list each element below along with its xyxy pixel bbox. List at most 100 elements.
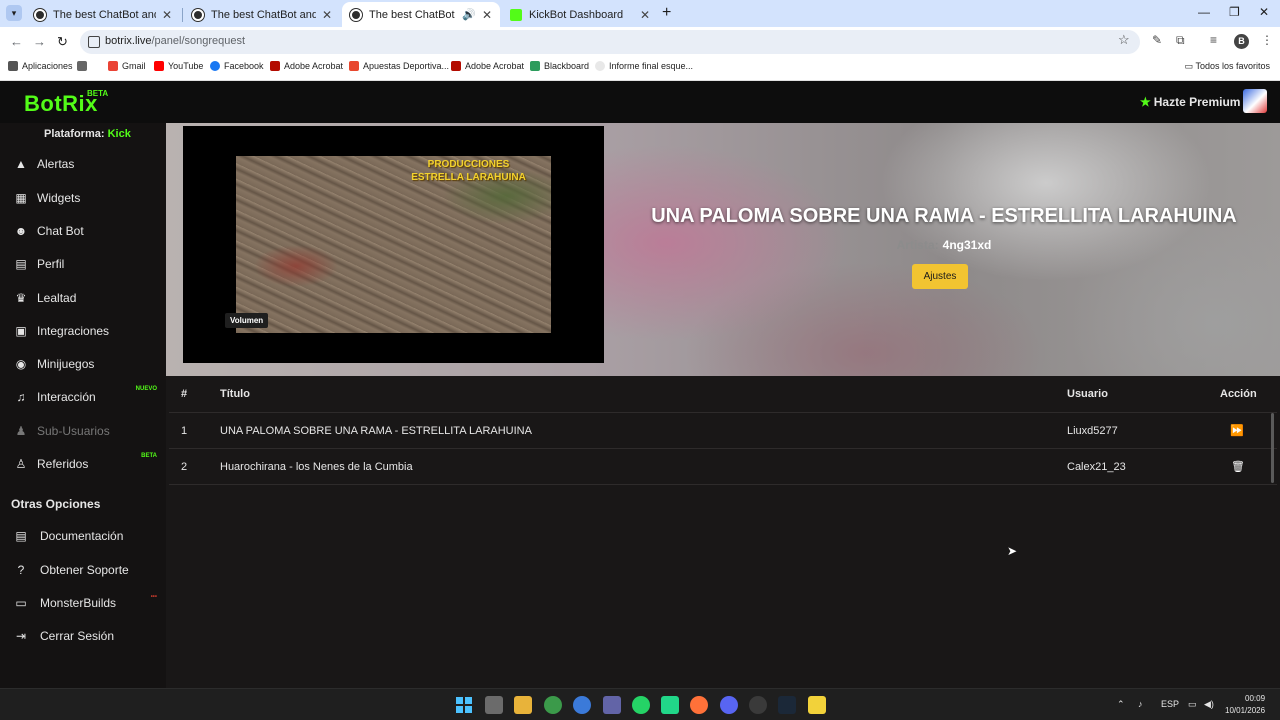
teams-icon[interactable] xyxy=(603,696,621,714)
language-indicator[interactable]: ESP xyxy=(1161,699,1179,709)
task-view-icon[interactable] xyxy=(485,696,503,714)
microphone-icon[interactable]: ♪ xyxy=(1138,699,1143,709)
botrix-favicon-icon xyxy=(192,8,204,21)
sidebar-item-referidos[interactable]: ♙ Referidos BETA xyxy=(0,449,166,479)
sidebar-item-alertas[interactable]: ▲ Alertas xyxy=(0,149,166,179)
sidebar-item-minijuegos[interactable]: ◉ Minijuegos xyxy=(0,349,166,379)
tab-search-button[interactable]: ▾ xyxy=(6,5,22,21)
windows-start-icon[interactable] xyxy=(456,697,472,713)
bookmark-apps[interactable]: Aplicaciones xyxy=(8,61,73,71)
video-frame[interactable]: PRODUCCIONES ESTRELLA LARAHUINA xyxy=(236,156,551,333)
bookmark-youtube[interactable]: YouTube xyxy=(154,61,203,71)
url-text[interactable]: botrix.live/panel/songrequest xyxy=(105,35,245,47)
pen-icon[interactable]: ✎ xyxy=(1152,33,1162,47)
reload-icon[interactable]: ↻ xyxy=(57,34,68,50)
tray-chevron-icon[interactable]: ⌃ xyxy=(1117,699,1125,710)
sidebar-item-cerrar-sesion[interactable]: ⇥ Cerrar Sesión xyxy=(0,621,166,651)
pycharm-icon[interactable] xyxy=(661,696,679,714)
steam-icon[interactable] xyxy=(778,696,796,714)
logo-beta-badge: BETA xyxy=(87,89,109,98)
all-bookmarks[interactable]: ▭ Todos los favoritos xyxy=(1185,61,1270,72)
extensions-icon[interactable]: ⧉ xyxy=(1176,33,1185,48)
question-icon: ? xyxy=(17,563,25,577)
browser-tab-2[interactable]: The best ChatBot and Widgets ✕ xyxy=(184,2,340,27)
new-tab-icon[interactable]: + xyxy=(662,4,671,22)
bookmark-label: Apuestas Deportiva... xyxy=(363,61,450,71)
browser-tab-4[interactable]: KickBot Dashboard ✕ xyxy=(502,2,658,27)
restore-icon[interactable]: ❐ xyxy=(1229,5,1240,19)
bookmark-informe[interactable]: Informe final esque... xyxy=(595,61,693,71)
bookmark-star-icon[interactable]: ☆ xyxy=(1118,32,1130,48)
forward-icon[interactable]: → xyxy=(33,34,46,49)
volume-icon[interactable]: ◀) xyxy=(1204,699,1214,710)
bookmark-blackboard[interactable]: Blackboard xyxy=(530,61,589,71)
warning-icon: ▲ xyxy=(15,157,27,171)
close-tab-icon[interactable]: ✕ xyxy=(482,8,492,22)
premium-button[interactable]: ★ Hazte Premium xyxy=(1140,95,1240,109)
new-badge: NUEVO xyxy=(135,386,157,392)
beta-badge: BETA xyxy=(141,453,157,459)
sidebar-item-monsterbuilds[interactable]: ▭ MonsterBuilds ••• xyxy=(0,588,166,618)
close-tab-icon[interactable]: ✕ xyxy=(162,8,172,22)
site-info-icon[interactable] xyxy=(88,36,100,48)
close-window-icon[interactable]: ✕ xyxy=(1259,5,1269,19)
sidebar-item-lealtad[interactable]: ♛ Lealtad xyxy=(0,283,166,313)
sidebar-item-sub-usuarios[interactable]: ♟ Sub-Usuarios xyxy=(0,416,166,446)
sidebar-item-chat-bot[interactable]: ☻ Chat Bot xyxy=(0,216,166,246)
bookmark-acrobat-1[interactable]: Adobe Acrobat xyxy=(270,61,343,71)
bookmark-acrobat-2[interactable]: Adobe Acrobat xyxy=(451,61,524,71)
col-header-user: Usuario xyxy=(1067,388,1108,400)
sidebar-item-integraciones[interactable]: ▣ Integraciones xyxy=(0,316,166,346)
trash-icon[interactable]: 🗑 xyxy=(1231,460,1245,473)
users-icon: ♟ xyxy=(15,424,27,438)
system-clock[interactable]: 00:09 10/01/2026 xyxy=(1225,693,1265,717)
back-icon[interactable]: ← xyxy=(10,34,23,49)
video-player[interactable]: PRODUCCIONES ESTRELLA LARAHUINA Volumen xyxy=(183,126,604,363)
address-bar[interactable]: botrix.live/panel/songrequest xyxy=(80,30,1140,54)
table-header: # Título Usuario Acción xyxy=(169,376,1277,413)
sidebar-item-documentacion[interactable]: ▤ Documentación xyxy=(0,521,166,551)
network-icon[interactable]: ▭ xyxy=(1188,699,1197,710)
file-explorer-icon[interactable] xyxy=(514,696,532,714)
bookmark-gmail[interactable]: Gmail xyxy=(108,61,146,71)
sidebar-item-widgets[interactable]: ▦ Widgets xyxy=(0,183,166,213)
close-tab-icon[interactable]: ✕ xyxy=(322,8,332,22)
sidebar-item-label: Referidos xyxy=(37,457,89,471)
table-row: 1 UNA PALOMA SOBRE UNA RAMA - ESTRELLITA… xyxy=(169,413,1277,449)
sidebar-item-interaccion[interactable]: ♫ Interacción NUEVO xyxy=(0,382,166,412)
whatsapp-icon[interactable] xyxy=(632,696,650,714)
bookmark-label: Adobe Acrobat xyxy=(465,61,525,71)
tab-label: The best ChatBot and Widg xyxy=(369,8,458,21)
platform-indicator: Plataforma: Kick xyxy=(44,128,131,140)
browser-tab-1[interactable]: The best ChatBot and Widgets ✕ xyxy=(26,2,180,27)
minimize-icon[interactable]: — xyxy=(1198,5,1210,19)
chrome-icon[interactable] xyxy=(544,696,562,714)
discord-icon[interactable] xyxy=(720,696,738,714)
sidebar-item-perfil[interactable]: ▤ Perfil xyxy=(0,249,166,279)
row-user: Liuxd5277 xyxy=(1067,425,1118,437)
app-icon[interactable] xyxy=(808,696,826,714)
sidebar-item-label: Alertas xyxy=(37,157,75,171)
close-tab-icon[interactable]: ✕ xyxy=(640,8,650,22)
sidebar-item-label: Minijuegos xyxy=(37,357,95,371)
sidebar-item-soporte[interactable]: ? Obtener Soporte xyxy=(0,555,166,585)
bookmark-apuestas[interactable]: Apuestas Deportiva... xyxy=(349,61,449,71)
github-icon[interactable] xyxy=(749,696,767,714)
scrollbar[interactable] xyxy=(1271,413,1274,483)
sidebar-item-label: Widgets xyxy=(37,191,81,205)
user-avatar[interactable] xyxy=(1243,89,1267,113)
speaker-icon[interactable]: 🔊 xyxy=(462,8,476,21)
bookmark-grid[interactable] xyxy=(77,61,91,71)
profile-avatar[interactable]: B xyxy=(1234,34,1249,49)
more-menu-icon[interactable]: ⋮ xyxy=(1261,33,1273,47)
browser-tab-3-active[interactable]: The best ChatBot and Widg 🔊 ✕ xyxy=(342,2,500,27)
chrome-active-icon[interactable] xyxy=(573,696,591,714)
volume-tooltip[interactable]: Volumen xyxy=(225,313,269,328)
apps-grid-icon xyxy=(8,61,18,71)
bookmark-facebook[interactable]: Facebook xyxy=(210,61,264,71)
media-controls-icon[interactable]: ≡ xyxy=(1210,33,1217,47)
settings-button[interactable]: Ajustes xyxy=(912,264,968,289)
skip-forward-icon[interactable]: ⏩ xyxy=(1230,424,1244,437)
firefox-icon[interactable] xyxy=(690,696,708,714)
browser-toolbar: ← → ↻ botrix.live/panel/songrequest ☆ ✎ … xyxy=(0,27,1280,57)
